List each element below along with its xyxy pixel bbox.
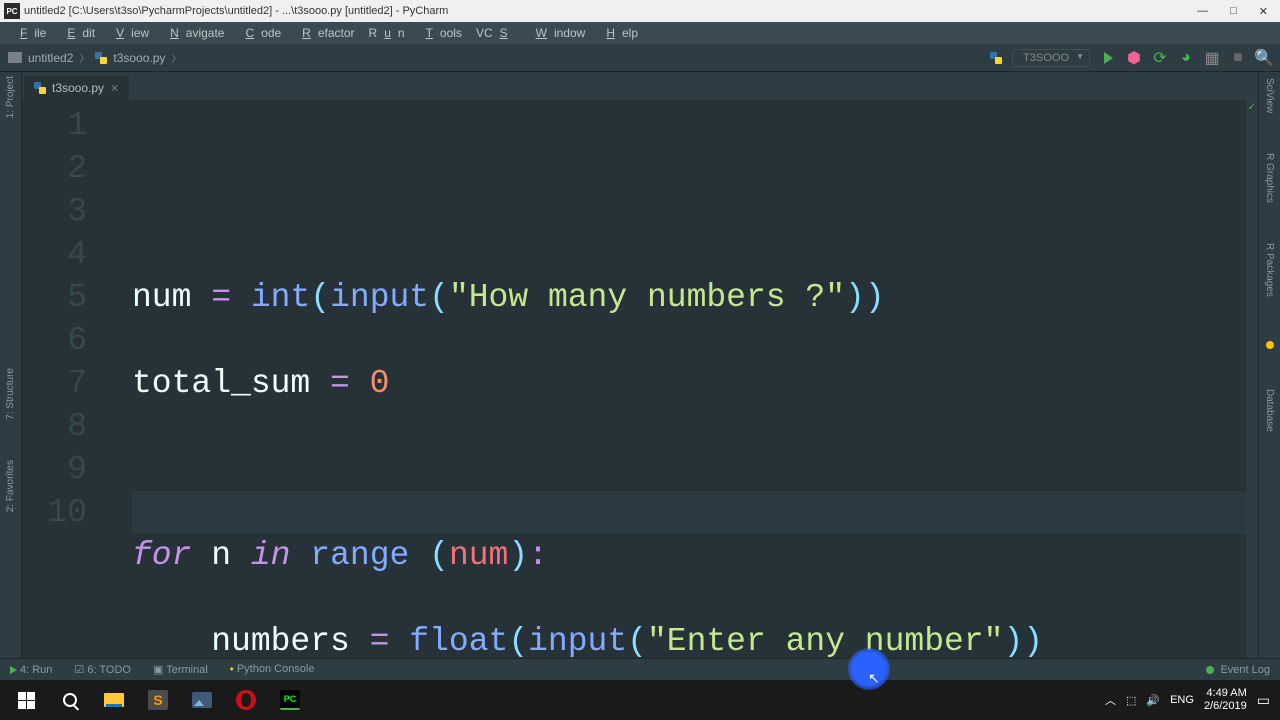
minimize-button[interactable]: —	[1197, 5, 1208, 18]
menu-navigate[interactable]: Navigate	[156, 24, 231, 42]
menu-code[interactable]: Code	[231, 24, 288, 42]
event-log-indicator	[1206, 666, 1214, 674]
tool-rgraphics[interactable]: R Graphics	[1264, 153, 1275, 203]
right-tool-stripe: SciView R Graphics R Packages Database	[1258, 72, 1280, 658]
event-log-button[interactable]: Event Log	[1220, 664, 1270, 676]
close-button[interactable]: ✕	[1259, 5, 1268, 18]
tool-project[interactable]: 1: Project	[5, 76, 16, 118]
pycharm-taskbar-button[interactable]: PC	[268, 680, 312, 720]
search-everywhere-button[interactable]: 🔍	[1256, 50, 1272, 66]
tool-todo[interactable]: ☑ 6: TODO	[74, 663, 131, 676]
database-icon	[1266, 341, 1274, 349]
menu-tools[interactable]: Tools	[412, 24, 469, 42]
chevron-icon: 〉	[79, 50, 89, 65]
line-gutter: 1 2 3 4 5 6 7 8 9 10	[22, 100, 132, 658]
menu-file[interactable]: File	[6, 24, 53, 42]
menu-help[interactable]: Help	[592, 24, 645, 42]
tool-run[interactable]: 4: Run	[10, 664, 52, 676]
run-coverage-button[interactable]: ⟳	[1152, 50, 1168, 66]
python-icon	[95, 52, 107, 64]
python-icon	[990, 52, 1002, 64]
run-config-selector[interactable]: T3SOOO ▼	[1012, 49, 1090, 67]
editor-tabs: t3sooo.py ✕	[22, 72, 1258, 100]
python-icon	[34, 82, 46, 94]
tool-python-console[interactable]: ⬩ Python Console	[230, 663, 315, 676]
chevron-icon: 〉	[171, 50, 181, 65]
profile-button[interactable]: ◕	[1178, 50, 1194, 66]
image-viewer-button[interactable]	[180, 680, 224, 720]
system-clock[interactable]: 4:49 AM 2/6/2019	[1204, 687, 1247, 713]
breadcrumb-file[interactable]: t3sooo.py	[113, 51, 165, 65]
sublime-button[interactable]: S	[136, 680, 180, 720]
menubar: File Edit View Navigate Code Refactor Ru…	[0, 22, 1280, 44]
tool-sciview[interactable]: SciView	[1264, 78, 1275, 113]
code-editor[interactable]: 1 2 3 4 5 6 7 8 9 10 num = int(input("Ho…	[22, 100, 1258, 658]
window-titlebar: PC untitled2 [C:\Users\t3so\PycharmProje…	[0, 0, 1280, 22]
file-explorer-button[interactable]	[92, 680, 136, 720]
bottom-tool-stripe: 4: Run ☑ 6: TODO ▣ Terminal ⬩ Python Con…	[0, 658, 1280, 680]
stop-button[interactable]: ■	[1230, 50, 1246, 66]
search-button[interactable]	[48, 680, 92, 720]
menu-window[interactable]: Window	[522, 24, 593, 42]
menu-vcs[interactable]: VCS	[469, 24, 522, 42]
breadcrumb-project[interactable]: untitled2	[28, 51, 73, 65]
tray-language[interactable]: ENG	[1170, 694, 1194, 706]
tool-database[interactable]: Database	[1264, 389, 1275, 432]
app-icon: PC	[4, 3, 20, 19]
menu-edit[interactable]: Edit	[53, 24, 102, 42]
debug-button[interactable]: ⬢	[1126, 50, 1142, 66]
run-button[interactable]	[1100, 50, 1116, 66]
tab-label: t3sooo.py	[52, 81, 104, 95]
tool-terminal[interactable]: ▣ Terminal	[153, 663, 208, 676]
left-tool-stripe: 1: Project 7: Structure 2: Favorites	[0, 72, 22, 658]
menu-view[interactable]: View	[102, 24, 156, 42]
notifications-button[interactable]: ▭	[1257, 692, 1270, 709]
editor-tab[interactable]: t3sooo.py ✕	[24, 75, 129, 100]
close-tab-icon[interactable]: ✕	[110, 82, 119, 95]
folder-icon	[8, 52, 22, 63]
tool-structure[interactable]: 7: Structure	[5, 368, 16, 420]
tray-chevron[interactable]: ︿	[1105, 692, 1116, 708]
tool-rpackages[interactable]: R Packages	[1264, 243, 1275, 297]
tray-network-icon[interactable]: ⬚	[1126, 694, 1136, 707]
tool-favorites[interactable]: 2: Favorites	[5, 460, 16, 512]
maximize-button[interactable]: □	[1230, 5, 1237, 18]
concurrency-button[interactable]: ▦	[1204, 50, 1220, 66]
start-button[interactable]	[4, 680, 48, 720]
menu-run[interactable]: Run	[362, 24, 412, 42]
windows-taskbar: S PC ︿ ⬚ 🔊 ENG 4:49 AM 2/6/2019 ▭	[0, 680, 1280, 720]
analysis-ok-icon: ✓	[1248, 102, 1256, 113]
code-area[interactable]: num = int(input("How many numbers ?")) t…	[132, 100, 1258, 658]
opera-button[interactable]	[224, 680, 268, 720]
tray-volume-icon[interactable]: 🔊	[1146, 694, 1160, 707]
menu-refactor[interactable]: Refactor	[288, 24, 361, 42]
navigation-bar: untitled2 〉 t3sooo.py 〉 T3SOOO ▼ ⬢ ⟳ ◕ ▦…	[0, 44, 1280, 72]
window-title: untitled2 [C:\Users\t3so\PycharmProjects…	[24, 5, 1197, 17]
